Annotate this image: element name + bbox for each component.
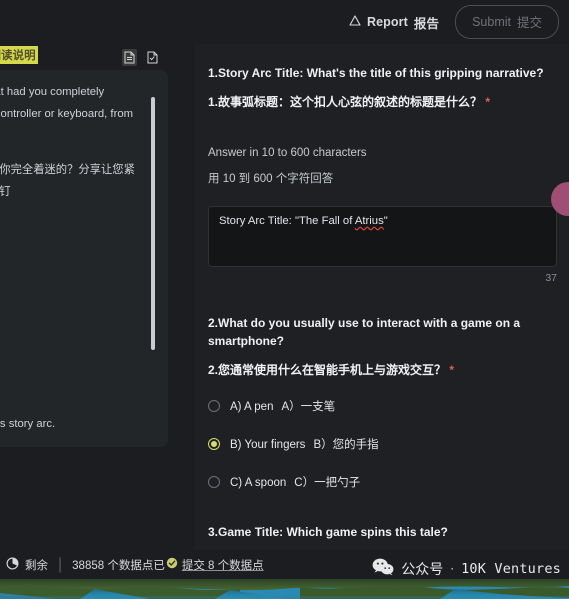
submitted-text: 提交 8 个数据点 (181, 559, 264, 572)
question-1: 1.Story Arc Title: What's the title of t… (208, 64, 557, 284)
remaining-label: 剩余 (25, 559, 48, 572)
instructions-line-2: r controller or keyboard, from its (0, 107, 134, 120)
option-b-label: B) Your fingers B）您的手指 (230, 439, 379, 451)
pie-timer-icon (6, 557, 19, 573)
report-label-en: Report (366, 15, 408, 29)
instructions-line-4: ? (0, 213, 146, 235)
instructions-line-1: hat had you completely (0, 86, 105, 98)
count-text: 38858 个数据点已 (72, 559, 165, 572)
watermark: 公众号 · 10K Ventures (372, 558, 561, 580)
question-list: 1.Story Arc Title: What's the title of t… (195, 44, 569, 550)
top-toolbar: Report 报告 Submit 提交 (0, 0, 569, 44)
watermark-label: 公众号 (401, 562, 444, 578)
radio-c[interactable] (208, 476, 220, 488)
option-c[interactable]: C) A spoon C）一把勺子 (208, 469, 557, 495)
report-label-zh: 报告 (413, 16, 440, 31)
report-button[interactable]: Report 报告 (349, 13, 439, 32)
question-3: 3.Game Title: Which game spins this tale… (208, 523, 557, 550)
instructions-scrollbar[interactable] (151, 97, 155, 350)
warning-triangle-icon (349, 15, 361, 29)
watermark-name: 10K Ventures (461, 561, 561, 577)
answer-text-prefix: Story Arc Title: "The Fall of (219, 215, 355, 227)
answer-text-misspelled: Atrius (354, 215, 384, 227)
question-1-required-marker: * (485, 95, 491, 109)
instructions-tail-text: this story arc. (0, 418, 56, 430)
background-photo-strip (0, 579, 569, 599)
question-1-hint-en: Answer in 10 to 600 characters (208, 147, 367, 159)
radio-a[interactable] (208, 400, 220, 412)
question-1-char-count: 37 (545, 272, 557, 284)
submit-button[interactable]: Submit 提交 (455, 5, 559, 39)
question-2-options: A) A pen A）一支笔 B) Your fingers B）您的手指 C) A… (208, 393, 557, 495)
check-circle-icon (166, 557, 178, 572)
instructions-body: hat had you completely r controller or k… (0, 70, 168, 247)
watermark-separator: · (450, 562, 455, 576)
wechat-icon (372, 558, 394, 580)
question-2-title-zh: 2.您通常使用什么在智能手机上与游戏交互？ * (208, 363, 455, 377)
instructions-card: hat had you completely r controller or k… (0, 70, 168, 447)
status-separator: | (58, 555, 63, 573)
instructions-icon-group (122, 49, 160, 66)
datapoint-count: 38858 个数据点已 提交 8 个数据点 (72, 557, 264, 573)
remaining-status: 剩余 (6, 557, 48, 573)
question-3-title-en: 3.Game Title: Which game spins this tale… (208, 525, 448, 539)
radio-b[interactable] (208, 438, 220, 450)
option-a[interactable]: A) A pen A）一支笔 (208, 393, 557, 419)
option-b[interactable]: B) Your fingers B）您的手指 (208, 431, 557, 457)
app-root: Report 报告 Submit 提交 s 阅读说明 (0, 0, 569, 599)
instructions-panel: s 阅读说明 (0, 44, 178, 450)
question-2-title-en: 2.What do you usually use to interact wi… (208, 316, 521, 348)
instructions-title: s 阅读说明 (0, 46, 38, 64)
option-a-label: A) A pen A）一支笔 (230, 401, 336, 413)
question-1-title-en: 1.Story Arc Title: What's the title of t… (208, 66, 544, 80)
question-1-title-zh: 1.故事弧标题：这个扣人心弦的叙述的标题是什么？ * (208, 95, 491, 109)
document-icon[interactable] (122, 49, 137, 66)
question-1-answer-input[interactable]: Story Arc Title: "The Fall of Atrius" (208, 206, 557, 267)
question-2-required-marker: * (449, 363, 455, 377)
instructions-line-3: 让你完全着迷的？分享让您紧紧钉 (0, 164, 135, 198)
submit-label-en: Submit (472, 14, 511, 29)
question-2: 2.What do you usually use to interact wi… (208, 314, 557, 495)
answer-text-suffix: " (383, 215, 388, 227)
submit-label-zh: 提交 (516, 16, 542, 30)
option-c-label: C) A spoon C）一把勺子 (230, 477, 361, 489)
document-copy-icon[interactable] (145, 49, 160, 66)
instructions-header: s 阅读说明 (0, 44, 178, 68)
question-1-hint-zh: 用 10 到 600 个字符回答 (208, 173, 334, 185)
